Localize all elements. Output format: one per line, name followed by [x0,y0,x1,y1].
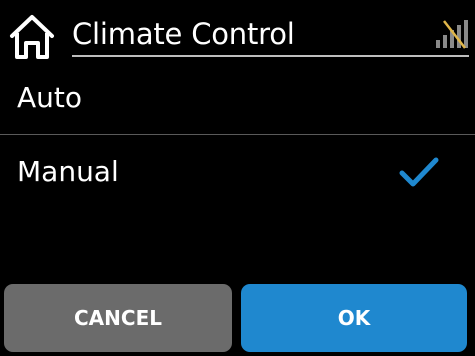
cancel-button[interactable]: CANCEL [4,284,232,352]
header: Climate Control [0,0,475,60]
option-auto[interactable]: Auto [0,62,475,134]
ok-button[interactable]: OK [241,284,467,352]
divider [0,134,475,135]
signal-off-icon [433,18,469,50]
title-underline [72,55,469,57]
checkmark-icon [398,154,440,190]
option-label: Manual [17,155,119,188]
option-manual[interactable]: Manual [0,136,475,208]
home-icon[interactable] [6,10,62,62]
page-title: Climate Control [72,17,295,51]
option-label: Auto [17,81,83,114]
